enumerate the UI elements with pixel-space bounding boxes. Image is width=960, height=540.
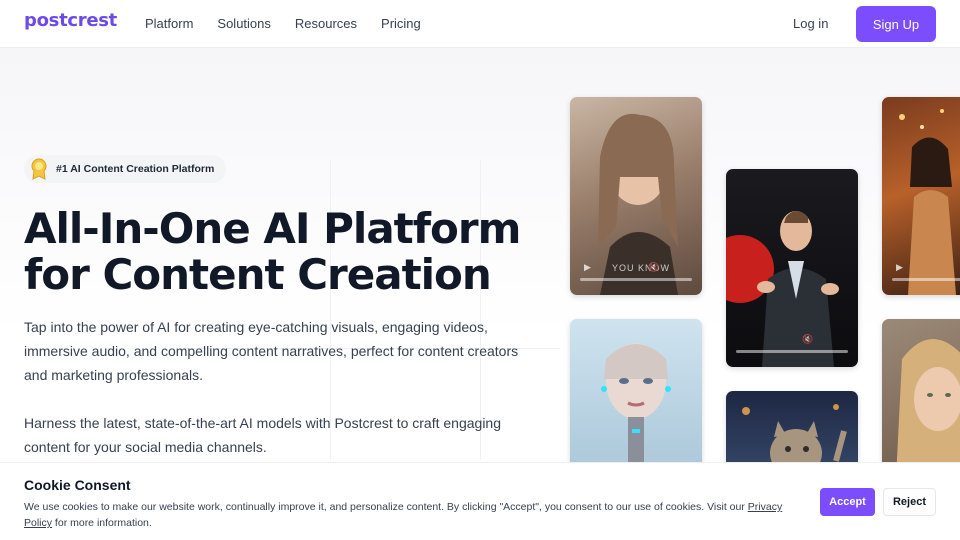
headline-line-2: for Content Creation <box>24 250 492 299</box>
cookie-title: Cookie Consent <box>24 477 131 493</box>
video-progress-bar[interactable] <box>736 350 848 353</box>
signup-button[interactable]: Sign Up <box>856 6 936 42</box>
play-icon[interactable]: ▶ <box>896 262 903 273</box>
android-portrait-thumbnail <box>601 343 671 479</box>
accept-cookies-button[interactable]: Accept <box>820 488 875 516</box>
nav-link-solutions[interactable]: Solutions <box>217 16 270 31</box>
video-card-woman-talking[interactable]: ▶ YOU KNOW 🔇 <box>570 97 702 295</box>
video-card-dancer[interactable]: ▶ <box>882 97 960 295</box>
caption-overlay: YOU KNOW <box>612 263 671 273</box>
platform-badge: #1 AI Content Creation Platform <box>24 155 227 183</box>
award-medal-icon <box>28 158 50 180</box>
hero-subdescription: Harness the latest, state-of-the-art AI … <box>24 415 502 455</box>
dancer-thumbnail <box>899 109 956 295</box>
speaker-on-stage-thumbnail <box>726 211 839 367</box>
hero-headline: All-In-One AI Platform for Content Creat… <box>24 206 544 298</box>
cookie-text-before: We use cookies to make our website work,… <box>24 501 748 513</box>
nav-link-resources[interactable]: Resources <box>295 16 357 31</box>
video-card-speaker[interactable]: 🔇 <box>726 169 858 367</box>
badge-text: #1 AI Content Creation Platform <box>56 163 215 175</box>
video-progress-bar[interactable] <box>892 278 960 281</box>
mute-icon[interactable]: 🔇 <box>648 262 659 273</box>
top-navigation: postcrest Platform Solutions Resources P… <box>0 0 960 48</box>
play-icon[interactable]: ▶ <box>584 262 591 273</box>
nav-link-platform[interactable]: Platform <box>145 16 193 31</box>
nav-links: Platform Solutions Resources Pricing <box>145 16 421 31</box>
image-card-android[interactable] <box>570 319 702 479</box>
login-link[interactable]: Log in <box>793 16 828 31</box>
cookie-text-after: for more information. <box>52 517 152 529</box>
mute-icon[interactable]: 🔇 <box>802 334 813 345</box>
cookie-text: We use cookies to make our website work,… <box>24 499 794 531</box>
nav-link-pricing[interactable]: Pricing <box>381 16 421 31</box>
video-progress-bar[interactable] <box>580 278 692 281</box>
brand-logo[interactable]: postcrest <box>24 10 117 31</box>
hero-description: Tap into the power of AI for creating ey… <box>24 319 519 383</box>
image-card-woman-selfie[interactable] <box>882 319 960 479</box>
cookie-consent-banner: Cookie Consent We use cookies to make ou… <box>0 462 960 540</box>
headline-line-1: All-In-One AI Platform <box>24 204 521 253</box>
reject-cookies-button[interactable]: Reject <box>883 488 936 516</box>
woman-selfie-thumbnail <box>896 339 960 479</box>
